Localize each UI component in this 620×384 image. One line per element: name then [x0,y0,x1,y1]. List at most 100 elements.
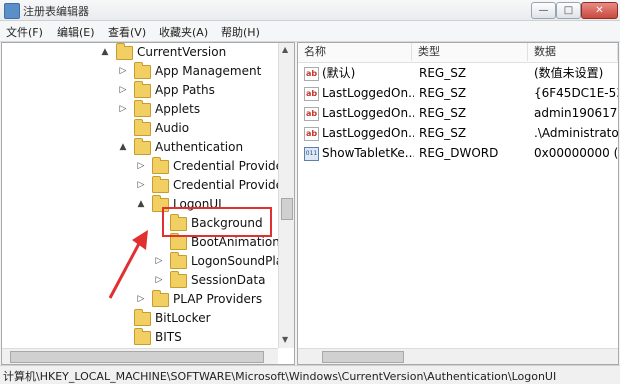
value-type: REG_SZ [419,106,467,120]
folder-icon [134,100,151,117]
key-tree-pane[interactable]: ▲ CurrentVersion ▷ App Management ▷ App Paths… [1,42,295,365]
menu-bar: 文件(F) 编辑(E) 查看(V) 收藏夹(A) 帮助(H) [0,21,620,42]
folder-icon [170,252,187,269]
tree-node[interactable]: ▷ SessionData [154,271,272,289]
minimize-button[interactable]: — [531,2,556,19]
tree-node-label: BitLocker [155,311,211,325]
tree-node[interactable]: ▷ Credential Provider [136,157,288,175]
tree-node-label: Credential Provider [173,159,288,173]
list-horizontal-scrollbar[interactable] [298,348,618,364]
tree-node[interactable]: ▷ App Paths [118,81,272,99]
registry-path: 计算机\HKEY_LOCAL_MACHINE\SOFTWARE\Microsof… [3,370,557,383]
tree-node-label: BITS [155,330,182,344]
tree-node-label: App Management [155,64,262,78]
column-data[interactable]: 数据 [528,43,618,61]
menu-edit[interactable]: 编辑(E) [57,24,95,40]
value-name: LastLoggedOn... [322,126,414,140]
expand-arrow-icon[interactable]: ▷ [136,157,146,175]
folder-icon [134,62,151,79]
folder-icon [152,157,169,174]
annotation-arrow-icon [108,230,148,299]
expand-arrow-icon[interactable]: ▷ [136,176,146,194]
tree-vertical-scrollbar[interactable]: ▲ ▼ [278,43,294,348]
maximize-button[interactable]: □ [556,2,581,19]
tree-node-label: Applets [155,102,201,116]
tree-node[interactable]: Audio [118,119,272,137]
collapse-arrow-icon[interactable]: ▲ [100,43,110,61]
value-name: ShowTabletKe... [322,146,414,160]
tree-node[interactable]: BITS [118,328,272,346]
value-data: admin19061721 [534,106,618,120]
string-value-icon: ab [304,87,319,101]
tree-node[interactable]: ▲ CurrentVersion [100,43,272,61]
tree-node-label: CurrentVersion [137,45,227,59]
folder-icon [170,271,187,288]
folder-icon [134,81,151,98]
value-row[interactable]: ab (默认) REG_SZ (数值未设置) [298,64,618,83]
menu-help[interactable]: 帮助(H) [221,24,260,40]
folder-icon [134,138,151,155]
window-title: 注册表编辑器 [23,5,89,18]
tree-node[interactable]: ▷ Credential Provider [136,176,288,194]
value-name: (默认) [322,66,356,80]
tree-vertical-scroll-thumb[interactable] [281,198,293,220]
value-data: .\Administrator [534,126,618,140]
folder-icon [134,328,151,345]
tree-node-label: Authentication [155,140,244,154]
tree-horizontal-scroll-thumb[interactable] [10,351,264,363]
folder-icon [134,309,151,326]
menu-file[interactable]: 文件(F) [6,24,43,40]
value-row[interactable]: ab LastLoggedOn... REG_SZ .\Administrator [298,124,618,143]
tree-node[interactable]: ▷ App Management [118,62,272,80]
collapse-arrow-icon[interactable]: ▲ [118,138,128,156]
menu-favorites[interactable]: 收藏夹(A) [159,24,208,40]
value-data: {6F45DC1E-538 [534,86,618,100]
title-bar: 注册表编辑器 — □ ✕ [0,0,620,21]
folder-icon [152,176,169,193]
value-type: REG_DWORD [419,146,499,160]
values-list-pane[interactable]: 名称 类型 数据 ab (默认) REG_SZ (数值未设置) ab LastLogged… [297,42,619,365]
highlight-box [162,207,272,237]
value-row[interactable]: abLastLoggedOn... REG_SZ admin19061721 [298,104,618,123]
value-name: LastLoggedOn... [322,86,414,100]
dword-value-icon: 011 [304,147,319,161]
collapse-arrow-icon[interactable]: ▲ [136,195,146,213]
tree-node-label: Audio [155,121,190,135]
scroll-down-icon[interactable]: ▼ [282,335,288,344]
column-name[interactable]: 名称 [298,43,412,61]
value-data: (数值未设置) [534,66,604,80]
list-horizontal-scroll-thumb[interactable] [322,351,404,363]
value-type: REG_SZ [419,126,467,140]
tree-node[interactable]: ▲ Authentication [118,138,272,156]
value-data: 0x00000000 (0) [534,146,618,160]
value-row[interactable]: 011ShowTabletKe... REG_DWORD 0x00000000 (0… [298,144,618,163]
scroll-up-icon[interactable]: ▲ [282,45,288,54]
expand-arrow-icon[interactable]: ▷ [118,62,128,80]
tree-node[interactable]: ▷ Applets [118,100,272,118]
status-bar: 计算机\HKEY_LOCAL_MACHINE\SOFTWARE\Microsof… [0,365,620,384]
folder-icon [134,119,151,136]
expand-arrow-icon[interactable]: ▷ [118,81,128,99]
tree-node[interactable]: BitLocker [118,309,272,327]
string-value-icon: ab [304,107,319,121]
tree-node-label: SessionData [191,273,266,287]
folder-icon [116,43,133,60]
value-type: REG_SZ [419,66,467,80]
tree-node-label: LogonSoundPlay [191,254,291,268]
string-value-icon: ab [304,67,319,81]
registry-editor-icon [4,3,20,19]
expand-arrow-icon[interactable]: ▷ [118,100,128,118]
close-button[interactable]: ✕ [581,2,618,19]
string-value-icon: ab [304,127,319,141]
tree-horizontal-scrollbar[interactable] [2,348,278,364]
tree-node-label: PLAP Providers [173,292,263,306]
tree-node-label: App Paths [155,83,215,97]
value-type: REG_SZ [419,86,467,100]
menu-view[interactable]: 查看(V) [108,24,146,40]
value-row[interactable]: abLastLoggedOn... REG_SZ {6F45DC1E-538 [298,84,618,103]
folder-icon [170,233,187,250]
tree-node-label: Credential Provider [173,178,288,192]
tree-node[interactable]: ▷ LogonSoundPlay [154,252,290,270]
column-type[interactable]: 类型 [412,43,528,61]
value-name: LastLoggedOn... [322,106,414,120]
